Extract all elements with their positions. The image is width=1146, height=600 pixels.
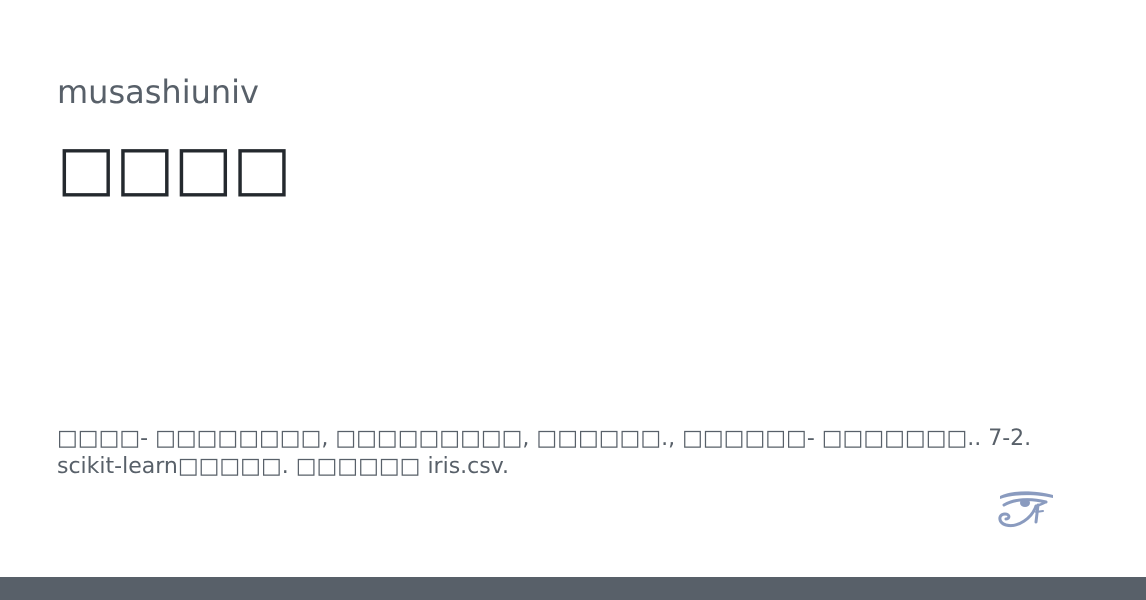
repo-title: □□□□ <box>57 131 292 204</box>
eye-of-horus-icon <box>998 491 1053 528</box>
repo-owner: musashiuniv <box>57 73 259 111</box>
repo-description: □□□□- □□□□□□□□, □□□□□□□□□, □□□□□□., □□□□… <box>57 426 1032 479</box>
bottom-bar <box>0 577 1146 600</box>
